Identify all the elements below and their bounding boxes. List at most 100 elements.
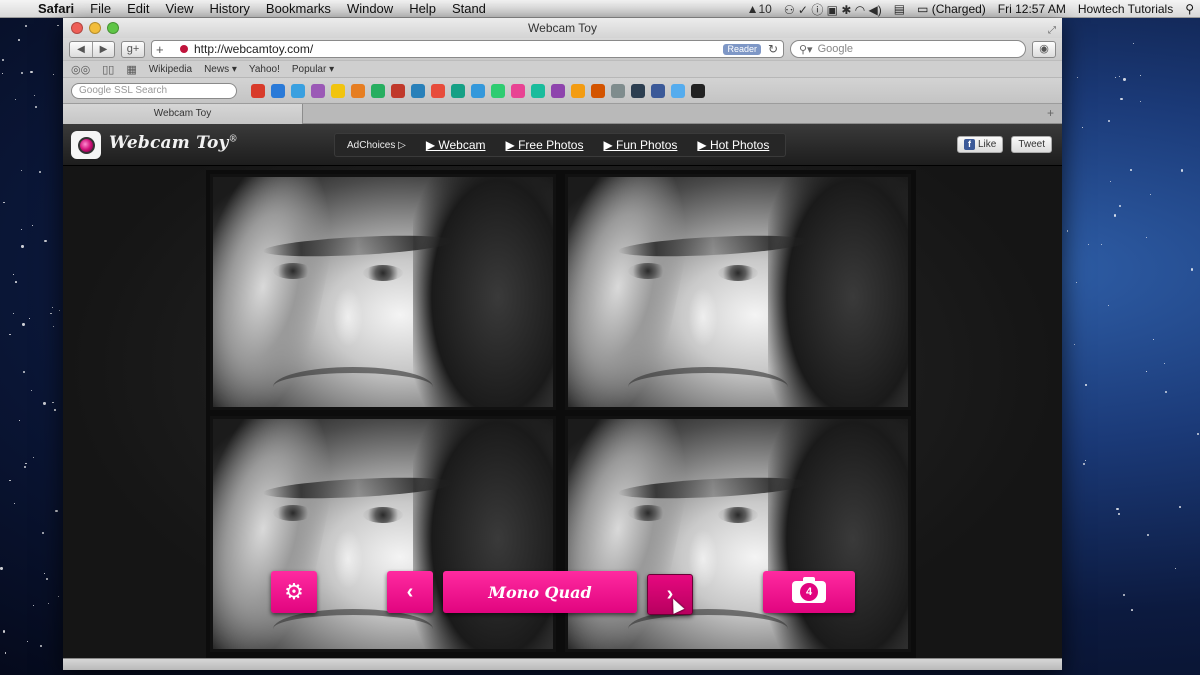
next-effect-button[interactable]: › <box>647 574 693 615</box>
facebook-like-button[interactable]: f Like <box>956 136 1004 153</box>
close-window-button[interactable] <box>71 22 83 34</box>
spotlight-search-icon[interactable]: ⚲ <box>1179 2 1200 16</box>
address-bar[interactable]: + http://webcamtoy.com/ Reader ↻ <box>151 40 784 58</box>
extension-icon[interactable] <box>591 83 605 98</box>
star <box>24 462 27 465</box>
star <box>1179 505 1182 508</box>
star <box>1164 390 1167 393</box>
extension-icon[interactable] <box>631 83 645 98</box>
star <box>42 531 45 535</box>
star <box>2 73 3 74</box>
reader-button[interactable]: Reader <box>723 44 761 55</box>
star <box>3 201 5 204</box>
star <box>40 644 43 647</box>
take-photo-button[interactable]: 4 <box>763 571 855 613</box>
webcam-toy-logo-icon[interactable] <box>71 131 101 159</box>
effect-name-button[interactable]: Mono Quad <box>443 571 637 613</box>
back-button[interactable]: ◀ <box>70 42 92 57</box>
menu-bookmarks[interactable]: Bookmarks <box>258 1 339 16</box>
flag-icon[interactable]: ▤ <box>888 2 911 16</box>
previous-effect-button[interactable]: ‹ <box>387 571 433 613</box>
battery-status[interactable]: ▭ (Charged) <box>911 2 992 16</box>
search-field[interactable]: ⚲▾ Google <box>790 40 1026 58</box>
bookmark-popular[interactable]: Popular ▾ <box>292 64 334 75</box>
star <box>43 573 45 574</box>
star <box>1152 339 1154 341</box>
extension-icon[interactable] <box>531 83 545 98</box>
star <box>1119 204 1122 207</box>
settings-button[interactable]: ⚙ <box>271 571 317 613</box>
star <box>21 169 23 171</box>
bookmark-yahoo[interactable]: Yahoo! <box>249 64 280 75</box>
url-text[interactable]: http://webcamtoy.com/ <box>194 42 313 56</box>
extension-icon[interactable] <box>511 83 525 98</box>
star <box>1120 98 1123 101</box>
star <box>23 465 26 468</box>
extension-icon[interactable] <box>251 83 265 98</box>
extension-icon[interactable] <box>371 83 385 98</box>
extension-icon[interactable] <box>651 83 665 98</box>
share-button[interactable]: g+ <box>121 40 145 58</box>
tray-icons[interactable]: ⚇ ✓ ⓘ ▣ ✱ ◠ ◀) <box>778 1 888 18</box>
extension-icon[interactable] <box>451 83 465 98</box>
nav-hot-photos[interactable]: ▶ Hot Photos <box>697 138 769 152</box>
menu-history[interactable]: History <box>201 1 257 16</box>
extension-icon[interactable] <box>271 83 285 98</box>
tab-webcam-toy[interactable]: Webcam Toy <box>63 104 303 124</box>
bookmarks-book-icon[interactable]: ▯▯ <box>102 63 114 76</box>
star <box>1083 463 1086 465</box>
tweet-button[interactable]: Tweet <box>1011 136 1052 153</box>
bookmark-news[interactable]: News ▾ <box>204 64 237 75</box>
menu-file[interactable]: File <box>82 1 119 16</box>
extension-icon[interactable] <box>351 83 365 98</box>
star <box>18 420 20 421</box>
adchoices-link[interactable]: AdChoices ▷ <box>347 140 406 151</box>
star <box>1180 169 1183 172</box>
forward-button[interactable]: ▶ <box>92 41 114 57</box>
extension-icon[interactable] <box>611 83 625 98</box>
menu-help[interactable]: Help <box>401 1 444 16</box>
nav-webcam[interactable]: ▶ Webcam <box>426 138 486 152</box>
star <box>13 273 14 275</box>
star <box>1115 76 1117 78</box>
extension-icon[interactable] <box>311 83 325 98</box>
adobe-status-icon[interactable]: ▲10 <box>741 2 778 16</box>
nav-fun-photos[interactable]: ▶ Fun Photos <box>603 138 677 152</box>
window-status-bar <box>63 658 1062 670</box>
reload-icon[interactable]: ↻ <box>768 42 778 56</box>
reading-list-icon[interactable]: ◎◎ <box>71 63 90 76</box>
extension-icon[interactable] <box>571 83 585 98</box>
site-brand[interactable]: Webcam Toy® <box>109 133 238 153</box>
extension-icon[interactable] <box>291 83 305 98</box>
clock[interactable]: Fri 12:57 AM <box>992 2 1072 16</box>
menu-app-safari[interactable]: Safari <box>30 1 82 16</box>
new-tab-icon[interactable]: + <box>1047 106 1054 120</box>
downloads-button[interactable]: ◉ <box>1032 40 1056 58</box>
nav-free-photos[interactable]: ▶ Free Photos <box>506 138 584 152</box>
fullscreen-icon[interactable]: ⤢ <box>1048 21 1056 41</box>
extension-icon[interactable] <box>331 83 345 98</box>
extension-icon[interactable] <box>471 83 485 98</box>
star <box>1107 304 1110 307</box>
bookmark-wikipedia[interactable]: Wikipedia <box>149 64 192 75</box>
minimize-window-button[interactable] <box>89 22 101 34</box>
extension-icon[interactable] <box>391 83 405 98</box>
user-name[interactable]: Howtech Tutorials <box>1072 2 1179 16</box>
extension-icon[interactable] <box>431 83 445 98</box>
ssl-search-input[interactable]: Google SSL Search <box>71 82 237 99</box>
extension-icon[interactable] <box>411 83 425 98</box>
menu-window[interactable]: Window <box>339 1 401 16</box>
extension-icon[interactable] <box>491 83 505 98</box>
menu-stand[interactable]: Stand <box>444 1 494 16</box>
zoom-window-button[interactable] <box>107 22 119 34</box>
star <box>57 24 59 26</box>
extension-icon[interactable] <box>691 83 705 98</box>
menu-view[interactable]: View <box>158 1 202 16</box>
menu-edit[interactable]: Edit <box>119 1 157 16</box>
star <box>4 652 7 654</box>
extension-icon[interactable] <box>551 83 565 98</box>
add-bookmark-icon[interactable]: + <box>156 42 172 57</box>
nav-buttons: ◀ ▶ <box>69 40 115 58</box>
top-sites-grid-icon[interactable]: ▦ <box>126 63 136 76</box>
extension-icon[interactable] <box>671 83 685 98</box>
